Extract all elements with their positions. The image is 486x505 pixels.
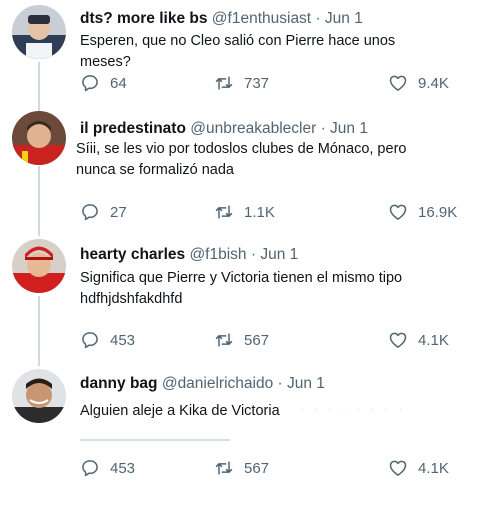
like-button[interactable]: 4.1K (388, 458, 449, 478)
reply-icon (82, 75, 98, 92)
retweet-count: 567 (244, 459, 270, 477)
reply-icon (82, 332, 98, 349)
tweet-text: Esperen, que no Cleo salió con Pierre ha… (80, 33, 396, 70)
tweet-text: Síii, se les vio por todoslos clubes de … (76, 141, 407, 178)
faded-text-remnant (80, 436, 230, 444)
tweet-header: dts? more like bs @f1enthusiast · Jun 1 (80, 10, 363, 28)
avatar[interactable] (12, 111, 66, 165)
reply-button[interactable]: 64 (80, 73, 127, 93)
retweet-button[interactable]: 1.1K (214, 202, 275, 222)
faded-marks: · · · · · · · · (300, 404, 407, 415)
timestamp[interactable]: · Jun 1 (315, 10, 362, 27)
tweet-actions: 453 567 4.1K (80, 330, 460, 352)
like-count: 4.1K (418, 459, 449, 477)
heart-icon (389, 460, 407, 476)
tweet[interactable]: il predestinato @unbreakablecler · Jun 1… (0, 110, 486, 236)
display-name[interactable]: hearty charles (80, 246, 185, 263)
like-button[interactable]: 16.9K (388, 202, 457, 222)
timestamp[interactable]: · Jun 1 (251, 246, 298, 263)
heart-icon (389, 332, 407, 348)
retweet-icon (215, 461, 233, 475)
timestamp[interactable]: · Jun 1 (321, 120, 368, 137)
retweet-button[interactable]: 567 (214, 330, 269, 350)
like-count: 16.9K (418, 203, 458, 221)
retweet-button[interactable]: 567 (214, 458, 269, 478)
tweet-actions: 453 567 4.1K (80, 458, 460, 480)
display-name[interactable]: dts? more like bs (80, 10, 207, 27)
reply-count: 453 (110, 331, 136, 349)
handle[interactable]: @danielrichaido (162, 375, 273, 392)
reply-count: 453 (110, 459, 136, 477)
retweet-count: 737 (244, 74, 270, 92)
tweet[interactable]: dts? more like bs @f1enthusiast · Jun 1 … (0, 0, 486, 110)
handle[interactable]: @f1bish (189, 246, 246, 263)
tweet-header: hearty charles @f1bish · Jun 1 (80, 246, 298, 264)
retweet-icon (215, 333, 233, 347)
retweet-icon (215, 76, 233, 90)
reply-icon (82, 460, 98, 477)
like-button[interactable]: 9.4K (388, 73, 449, 93)
display-name[interactable]: danny bag (80, 375, 158, 392)
display-name[interactable]: il predestinato (80, 120, 186, 137)
retweet-icon (215, 205, 233, 219)
heart-icon (389, 204, 407, 220)
reply-count: 27 (110, 203, 127, 221)
tweet-text: Alguien aleje a Kika de Victoria (80, 403, 280, 419)
tweet-actions: 64 737 9.4K (80, 73, 460, 95)
like-button[interactable]: 4.1K (388, 330, 449, 350)
timestamp[interactable]: · Jun 1 (278, 375, 325, 392)
handle[interactable]: @f1enthusiast (212, 10, 311, 27)
avatar[interactable] (12, 239, 66, 293)
reply-button[interactable]: 453 (80, 330, 135, 350)
like-count: 9.4K (418, 74, 449, 92)
tweet[interactable]: danny bag @danielrichaido · Jun 1 Alguie… (0, 366, 486, 505)
handle[interactable]: @unbreakablecler (190, 120, 316, 137)
reply-icon (82, 204, 98, 221)
retweet-button[interactable]: 737 (214, 73, 269, 93)
reply-button[interactable]: 27 (80, 202, 127, 222)
tweet-header: danny bag @danielrichaido · Jun 1 (80, 375, 325, 393)
reply-button[interactable]: 453 (80, 458, 135, 478)
tweet-text: Significa que Pierre y Victoria tienen e… (80, 270, 403, 307)
tweet-actions: 27 1.1K 16.9K (80, 202, 460, 224)
tweet[interactable]: hearty charles @f1bish · Jun 1 Significa… (0, 236, 486, 366)
retweet-count: 567 (244, 331, 270, 349)
retweet-count: 1.1K (244, 203, 275, 221)
heart-icon (389, 75, 407, 91)
tweet-header: il predestinato @unbreakablecler · Jun 1 (80, 120, 368, 138)
like-count: 4.1K (418, 331, 449, 349)
avatar[interactable] (12, 5, 66, 59)
avatar[interactable] (12, 369, 66, 423)
reply-count: 64 (110, 74, 127, 92)
